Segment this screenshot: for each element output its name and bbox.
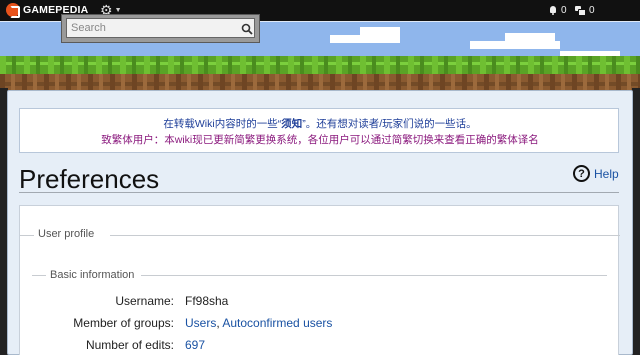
group-link-users[interactable]: Users xyxy=(185,316,216,330)
edits-row: Number of edits: 697 xyxy=(20,338,620,354)
site-notice: 在转载Wiki内容时的一些“须知”。还有想对读者/玩家们说的一些话。 致繁体用户… xyxy=(19,108,619,153)
help-icon: ? xyxy=(573,165,590,182)
notice-line-1: 在转载Wiki内容时的一些“须知”。还有想对读者/玩家们说的一些话。 xyxy=(20,116,620,131)
right-edge xyxy=(632,88,640,355)
notice-link-must-know[interactable]: 须知 xyxy=(281,118,302,130)
notifications-button[interactable]: 0 xyxy=(549,3,567,17)
edits-value-wrap: 697 xyxy=(185,338,205,352)
search-icon[interactable] xyxy=(241,23,253,35)
basic-information-legend: Basic information xyxy=(46,269,139,281)
title-divider xyxy=(19,192,619,193)
groups-value: Users, Autoconfirmed users xyxy=(185,316,332,330)
fieldset-border xyxy=(141,275,607,276)
help-link[interactable]: ? Help xyxy=(573,165,619,182)
username-label: Username: xyxy=(115,294,174,308)
fieldset-border xyxy=(20,235,34,236)
search-input[interactable] xyxy=(66,18,255,38)
notice-line-2: 致繁体用户：本wiki现已更新简繁更换系统，各位用户可以通过简繁切换来查看正确的… xyxy=(101,134,539,146)
help-label: Help xyxy=(594,166,619,181)
username-row: Username: Ff98sha xyxy=(20,294,620,310)
chevron-down-icon: ▼ xyxy=(114,6,122,14)
bell-icon xyxy=(549,5,557,15)
gamepedia-logo-icon xyxy=(6,3,20,18)
groups-row: Member of groups: Users, Autoconfirmed u… xyxy=(20,316,620,332)
grass-background xyxy=(0,56,640,74)
messages-button[interactable]: 0 xyxy=(575,3,595,17)
page-title: Preferences xyxy=(19,164,160,194)
notifications-count: 0 xyxy=(561,4,567,16)
content-panel: 在转载Wiki内容时的一些“须知”。还有想对读者/玩家们说的一些话。 致繁体用户… xyxy=(7,90,633,355)
fieldset-border xyxy=(32,275,46,276)
edits-label: Number of edits: xyxy=(85,338,174,352)
notice-line-1-prefix: 在转载Wiki内容时的一些“ xyxy=(163,118,282,130)
edits-count-link[interactable]: 697 xyxy=(185,338,205,352)
notice-line-1-suffix: ”。还有想对读者/玩家们说的一些话。 xyxy=(302,118,477,130)
preferences-form: User profile Basic information Username:… xyxy=(19,205,620,355)
groups-label: Member of groups: xyxy=(73,316,174,330)
group-link-autoconfirmed[interactable]: Autoconfirmed users xyxy=(222,316,332,330)
fieldset-border xyxy=(110,235,620,236)
chat-bubble-icon xyxy=(575,5,586,16)
username-value: Ff98sha xyxy=(185,294,229,308)
search-box xyxy=(61,14,260,43)
messages-count: 0 xyxy=(589,4,595,16)
user-profile-legend: User profile xyxy=(34,228,99,240)
